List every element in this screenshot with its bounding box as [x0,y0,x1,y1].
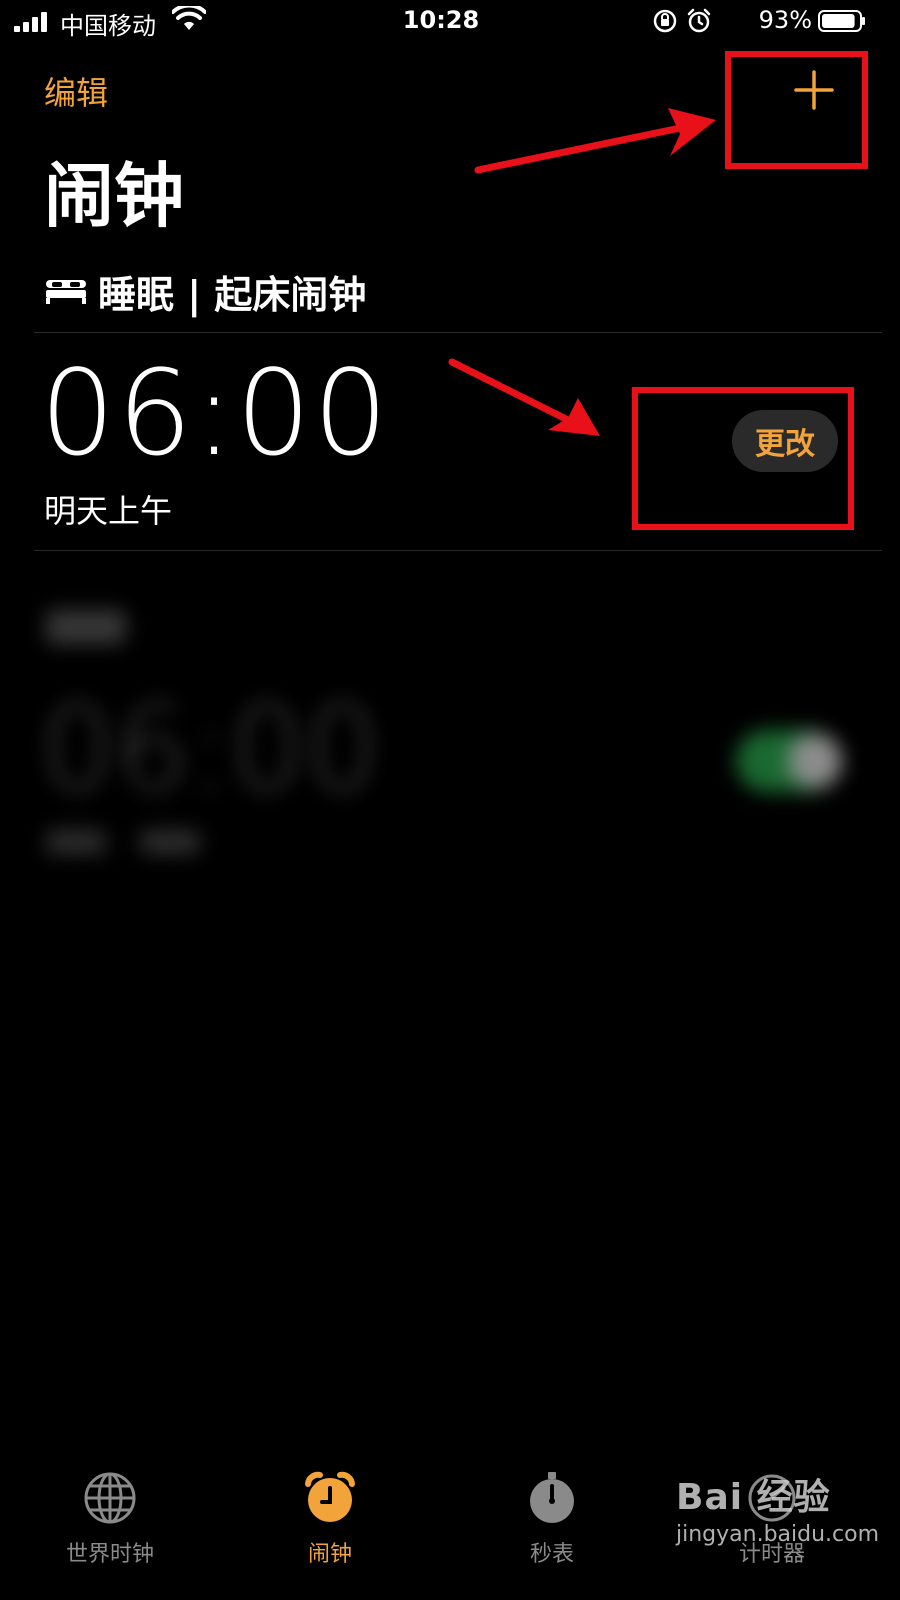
status-time: 10:28 [402,6,480,34]
blurred-subtitle [140,830,200,854]
baidu-watermark: Bai 经验 jingyan.baidu.com [676,1468,879,1547]
status-bar: 中国移动 10:28 93% [0,0,882,44]
change-button[interactable]: 更改 [732,410,838,472]
arrow-to-add [474,108,716,174]
stopwatch-icon [530,1472,574,1523]
bed-icon [46,280,86,304]
alarm-clock-icon [305,1471,355,1522]
wake-alarm-subtitle: 明天上午 [44,492,173,530]
sleep-section-title: 睡眠 | 起床闹钟 [98,272,367,317]
orientation-lock-icon [653,9,677,33]
blurred-alarm-row: 06:00 [0,590,882,890]
wake-alarm-time: 06:00 [40,344,391,482]
watermark-url: jingyan.baidu.com [676,1522,880,1547]
alarm-toggle-knob [788,734,842,788]
tab-stopwatch[interactable]: 秒表 [482,1460,622,1568]
battery-icon [818,10,865,32]
tab-label: 闹钟 [307,1542,352,1567]
alarm-icon [687,8,711,33]
tab-world-clock[interactable]: 世界时钟 [40,1460,180,1568]
sleep-section-header: 睡眠 | 起床闹钟 [44,268,366,317]
tab-alarm[interactable]: 闹钟 [260,1460,400,1568]
blurred-subtitle [46,830,106,854]
watermark-brand: Bai 经验 [676,1477,831,1518]
arrow-to-change [448,358,600,436]
battery-percent: 93% [758,6,812,34]
blurred-alarm-time: 06:00 [40,680,381,818]
divider [34,550,882,551]
tab-label: 世界时钟 [65,1542,154,1567]
globe-icon [84,1472,136,1524]
plus-icon[interactable] [792,68,836,112]
page-title: 闹钟 [44,155,184,237]
edit-button[interactable]: 编辑 [44,68,108,114]
blurred-label [46,610,126,644]
tab-label: 秒表 [529,1542,574,1567]
divider [34,332,882,333]
